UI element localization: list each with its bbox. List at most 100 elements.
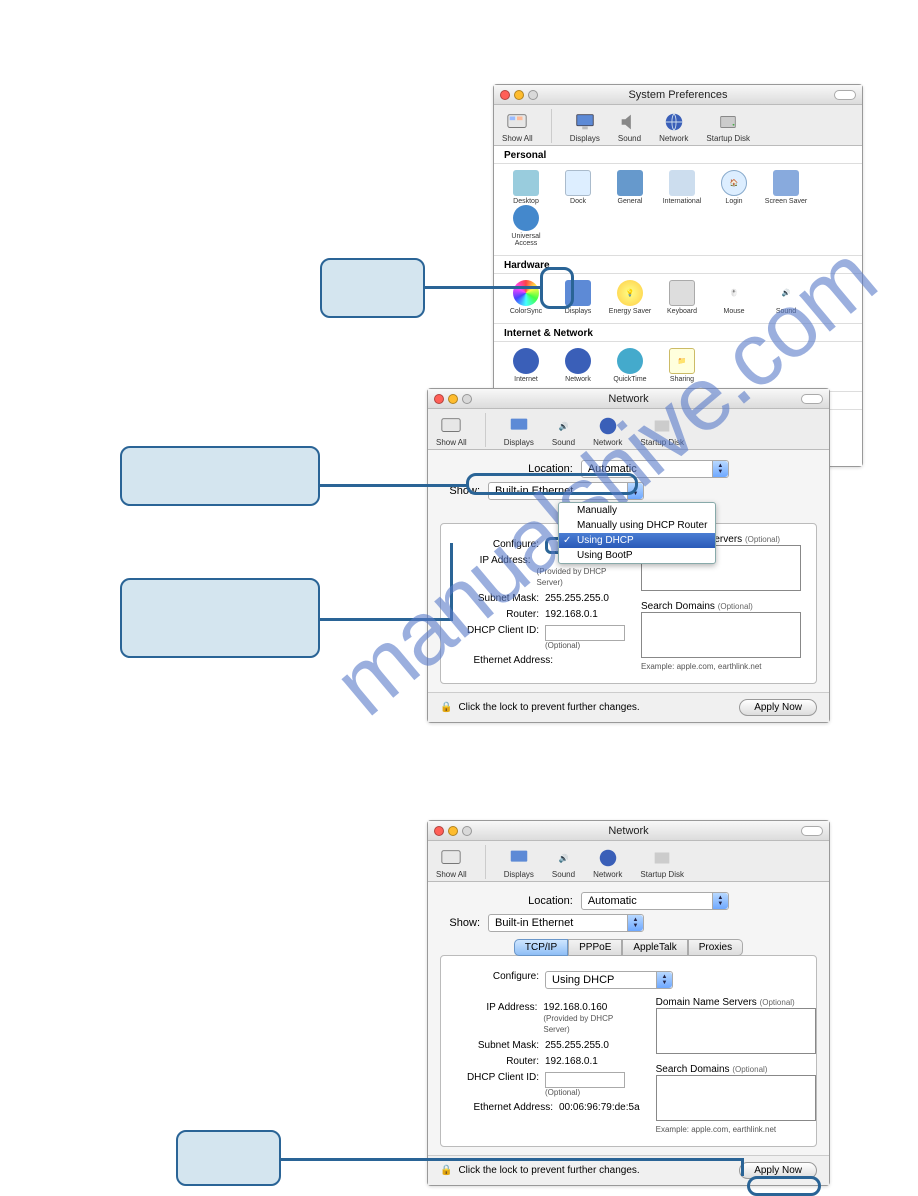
show-select[interactable]: Built-in Ethernet▲▼ bbox=[488, 914, 644, 932]
pref-international[interactable]: International bbox=[656, 170, 708, 205]
tab-tcpip[interactable]: TCP/IP bbox=[514, 939, 568, 956]
pref-energy-saver[interactable]: 💡Energy Saver bbox=[604, 280, 656, 315]
pref-label: Sharing bbox=[670, 376, 694, 383]
chevron-updown-icon: ▲▼ bbox=[627, 915, 643, 931]
pref-quicktime[interactable]: QuickTime bbox=[604, 348, 656, 383]
chevron-updown-icon: ▲▼ bbox=[712, 461, 728, 477]
tool-label: Startup Disk bbox=[640, 870, 684, 879]
tab-proxies[interactable]: Proxies bbox=[688, 939, 743, 956]
titlebar: System Preferences bbox=[494, 85, 862, 105]
optional-label: (Optional) bbox=[745, 535, 780, 544]
highlight-network-icon bbox=[540, 267, 574, 309]
tool-label: Sound bbox=[618, 134, 641, 143]
location-select[interactable]: Automatic▲▼ bbox=[581, 892, 729, 910]
tool-network[interactable]: Network bbox=[593, 415, 622, 447]
apply-now-button[interactable]: Apply Now bbox=[739, 699, 817, 716]
tool-sound[interactable]: 🔊Sound bbox=[552, 415, 575, 447]
tool-displays[interactable]: Displays bbox=[504, 847, 534, 879]
pref-label: Dock bbox=[570, 198, 586, 205]
search-label: Search Domains bbox=[656, 1064, 730, 1075]
pref-screen-saver[interactable]: Screen Saver bbox=[760, 170, 812, 205]
tool-network[interactable]: Network bbox=[593, 847, 622, 879]
toolbar-pill-icon[interactable] bbox=[801, 826, 823, 836]
configure-label: Configure: bbox=[453, 539, 539, 550]
location-label: Location: bbox=[528, 895, 573, 907]
toolbar-pill-icon[interactable] bbox=[834, 90, 856, 100]
separator bbox=[485, 845, 486, 879]
tool-show-all[interactable]: Show All bbox=[502, 111, 533, 143]
tool-startup-disk[interactable]: Startup Disk bbox=[640, 847, 684, 879]
select-value: Automatic bbox=[588, 895, 637, 907]
lock-row[interactable]: 🔒 Click the lock to prevent further chan… bbox=[440, 702, 640, 713]
pref-desktop[interactable]: Desktop bbox=[500, 170, 552, 205]
pref-login[interactable]: 🏠Login bbox=[708, 170, 760, 205]
tool-label: Show All bbox=[502, 134, 533, 143]
pref-network[interactable]: Network bbox=[552, 348, 604, 383]
pref-keyboard[interactable]: Keyboard bbox=[656, 280, 708, 315]
pref-label: ColorSync bbox=[510, 308, 542, 315]
tool-startup-disk[interactable]: Startup Disk bbox=[640, 415, 684, 447]
ethernet-label: Ethernet Address: bbox=[453, 1102, 553, 1113]
pref-dock[interactable]: Dock bbox=[552, 170, 604, 205]
tool-network[interactable]: Network bbox=[659, 111, 688, 143]
grid-personal: Desktop Dock General International 🏠Logi… bbox=[494, 164, 862, 256]
configure-select[interactable]: Using DHCP ▲▼ bbox=[545, 971, 673, 989]
pref-mouse[interactable]: 🖱️Mouse bbox=[708, 280, 760, 315]
pref-sound-h[interactable]: 🔊Sound bbox=[760, 280, 812, 315]
tool-label: Network bbox=[593, 438, 622, 447]
section-personal: Personal bbox=[494, 146, 862, 164]
menu-opt-using-dhcp[interactable]: Using DHCP bbox=[559, 533, 715, 548]
search-domains-input[interactable] bbox=[656, 1075, 816, 1121]
tool-displays[interactable]: Displays bbox=[570, 111, 600, 143]
lock-text: Click the lock to prevent further change… bbox=[458, 702, 639, 713]
dhcp-client-id-input[interactable] bbox=[545, 625, 625, 641]
pref-internet[interactable]: Internet bbox=[500, 348, 552, 383]
tool-startup-disk[interactable]: Startup Disk bbox=[706, 111, 750, 143]
titlebar: Network bbox=[428, 389, 829, 409]
callout-1-line bbox=[425, 286, 540, 289]
tool-displays[interactable]: Displays bbox=[504, 415, 534, 447]
router-value: 192.168.0.1 bbox=[545, 1056, 598, 1067]
router-label: Router: bbox=[453, 609, 539, 620]
tool-sound[interactable]: 🔊Sound bbox=[552, 847, 575, 879]
optional-label: (Optional) bbox=[760, 998, 795, 1007]
subnet-value: 255.255.255.0 bbox=[545, 593, 609, 604]
callout-3-line bbox=[320, 618, 450, 621]
menu-opt-manual-dhcp[interactable]: Manually using DHCP Router bbox=[559, 518, 715, 533]
tool-label: Sound bbox=[552, 438, 575, 447]
pref-label: Login bbox=[725, 198, 742, 205]
menu-opt-bootp[interactable]: Using BootP bbox=[559, 548, 715, 563]
ip-label: IP Address: bbox=[453, 555, 531, 566]
dns-input[interactable] bbox=[656, 1008, 816, 1054]
tool-show-all[interactable]: Show All bbox=[436, 847, 467, 879]
tool-show-all[interactable]: Show All bbox=[436, 415, 467, 447]
menu-opt-manually[interactable]: Manually bbox=[559, 503, 715, 518]
pref-label: QuickTime bbox=[613, 376, 646, 383]
toolbar: Show All Displays Sound Network Startup … bbox=[494, 105, 862, 146]
ip-label: IP Address: bbox=[453, 1002, 537, 1013]
toolbar-pill-icon[interactable] bbox=[801, 394, 823, 404]
callout-4-line-v bbox=[741, 1158, 744, 1176]
window-network-2: Network Show All Displays 🔊Sound Network… bbox=[427, 820, 830, 1186]
tool-label: Displays bbox=[570, 134, 600, 143]
lock-text: Click the lock to prevent further change… bbox=[458, 1165, 639, 1176]
pref-label: Energy Saver bbox=[609, 308, 651, 315]
tab-appletalk[interactable]: AppleTalk bbox=[622, 939, 687, 956]
lock-row[interactable]: 🔒 Click the lock to prevent further chan… bbox=[440, 1165, 640, 1176]
dhcp-label: DHCP Client ID: bbox=[453, 625, 539, 636]
ethernet-label: Ethernet Address: bbox=[453, 655, 553, 666]
toolbar: Show All Displays 🔊Sound Network Startup… bbox=[428, 409, 829, 450]
chevron-updown-icon: ▲▼ bbox=[656, 972, 672, 988]
select-value: Using DHCP bbox=[552, 974, 614, 986]
search-domains-input[interactable] bbox=[641, 612, 801, 658]
pref-general[interactable]: General bbox=[604, 170, 656, 205]
subnet-label: Subnet Mask: bbox=[453, 1040, 539, 1051]
tool-label: Network bbox=[593, 870, 622, 879]
pref-universal-access[interactable]: Universal Access bbox=[500, 205, 552, 247]
tab-pppoe[interactable]: PPPoE bbox=[568, 939, 622, 956]
pref-sharing[interactable]: 📁Sharing bbox=[656, 348, 708, 383]
pref-label: Network bbox=[565, 376, 591, 383]
tool-sound[interactable]: Sound bbox=[618, 111, 641, 143]
dhcp-client-id-input[interactable] bbox=[545, 1072, 625, 1088]
window-title: System Preferences bbox=[494, 89, 862, 101]
